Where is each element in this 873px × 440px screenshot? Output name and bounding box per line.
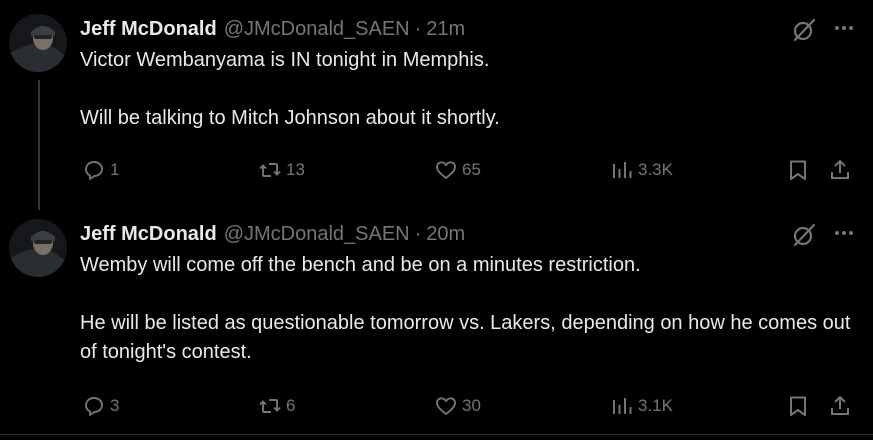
separator: · <box>414 17 422 40</box>
repost-count: 6 <box>286 396 296 415</box>
views-icon <box>613 162 632 178</box>
author-handle[interactable]: @JMcDonald_SAEN <box>224 223 410 246</box>
reply-icon <box>85 161 103 180</box>
heart-icon <box>436 397 456 415</box>
author-name[interactable]: Jeff McDonald <box>80 18 217 41</box>
repost-count: 13 <box>286 160 305 179</box>
bookmark-icon <box>790 160 806 180</box>
views-count: 3.1K <box>638 396 673 415</box>
reply-icon <box>85 397 103 416</box>
more-icon[interactable] <box>831 15 857 41</box>
like-count: 30 <box>462 396 481 415</box>
views-button[interactable]: 3.1K <box>610 391 673 421</box>
views-button[interactable]: 3.3K <box>610 155 673 185</box>
grok-icon[interactable] <box>791 17 817 43</box>
tweet[interactable]: Jeff McDonald @JMcDonald_SAEN · 20m Wemb… <box>0 205 873 435</box>
share-icon <box>831 395 849 415</box>
reply-button[interactable]: 1 <box>82 155 119 185</box>
tweet-line: Will be talking to Mitch Johnson about i… <box>80 107 500 129</box>
tweet-line: Victor Wembanyama is IN tonight in Memph… <box>80 49 490 71</box>
tweet[interactable]: Jeff McDonald @JMcDonald_SAEN · 21m Vict… <box>0 0 873 205</box>
bookmark-button[interactable] <box>786 155 810 185</box>
like-button[interactable]: 30 <box>434 391 481 421</box>
repost-icon <box>259 399 281 413</box>
tweet-actions: 3 6 30 3.1K <box>80 391 857 421</box>
views-count: 3.3K <box>638 160 673 179</box>
tweet-text: Victor Wembanyama is IN tonight in Memph… <box>80 46 865 133</box>
reply-button[interactable]: 3 <box>82 391 119 421</box>
more-icon[interactable] <box>831 220 857 246</box>
timestamp[interactable]: 21m <box>426 18 465 41</box>
timestamp[interactable]: 20m <box>426 223 465 246</box>
tweet-line: He will be listed as questionable tomorr… <box>80 312 851 363</box>
author-name[interactable]: Jeff McDonald <box>80 223 217 246</box>
author-handle[interactable]: @JMcDonald_SAEN <box>224 18 410 41</box>
like-count: 65 <box>462 160 481 179</box>
share-icon <box>831 159 849 179</box>
separator: · <box>414 222 422 245</box>
grok-icon[interactable] <box>791 222 817 248</box>
divider <box>0 434 873 435</box>
repost-button[interactable]: 13 <box>258 155 305 185</box>
repost-icon <box>259 163 281 177</box>
tweet-text: Wemby will come off the bench and be on … <box>80 251 865 367</box>
bookmark-icon <box>790 396 806 416</box>
share-button[interactable] <box>828 391 852 421</box>
like-button[interactable]: 65 <box>434 155 481 185</box>
avatar[interactable] <box>9 219 67 277</box>
tweet-line: Wemby will come off the bench and be on … <box>80 254 641 276</box>
tweet-header: Jeff McDonald @JMcDonald_SAEN · 21m <box>80 14 465 44</box>
reply-count: 3 <box>110 396 120 415</box>
repost-button[interactable]: 6 <box>258 391 295 421</box>
heart-icon <box>436 161 456 179</box>
views-icon <box>613 398 632 414</box>
bookmark-button[interactable] <box>786 391 810 421</box>
avatar[interactable] <box>9 14 67 72</box>
share-button[interactable] <box>828 155 852 185</box>
reply-count: 1 <box>110 160 120 179</box>
tweet-actions: 1 13 65 3.3K <box>80 155 857 185</box>
tweet-header: Jeff McDonald @JMcDonald_SAEN · 20m <box>80 219 465 249</box>
